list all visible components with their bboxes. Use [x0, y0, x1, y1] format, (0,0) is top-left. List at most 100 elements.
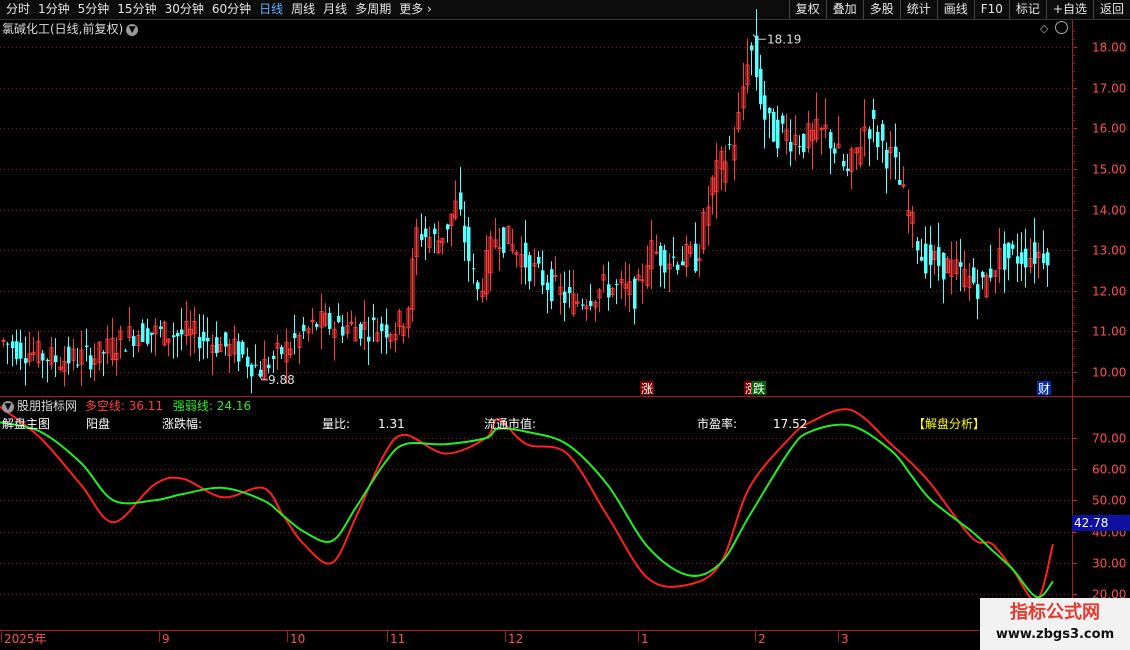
- candle-body-down: [224, 332, 228, 347]
- candle-body-down: [302, 324, 306, 332]
- candle-body-down: [989, 268, 993, 278]
- candle-body-down: [1033, 242, 1037, 264]
- candle-body-down: [472, 268, 476, 270]
- candle-body-down: [972, 267, 976, 283]
- candle-body-down: [781, 115, 785, 124]
- low-price-label: 9.88: [268, 373, 295, 387]
- watermark: 指标公式网 www.zbgs3.com: [980, 598, 1130, 650]
- candle-body-down: [528, 255, 532, 282]
- candle-body-down: [250, 364, 254, 377]
- candle-body-down: [872, 110, 876, 119]
- candle-body-down: [942, 252, 946, 280]
- candle-body-down: [19, 342, 23, 359]
- price-tick-label: 14.00: [1092, 204, 1126, 218]
- qiangruo-label: 强弱线:: [172, 399, 213, 413]
- candle-body-down: [67, 346, 71, 364]
- price-tick-label: 18.00: [1092, 41, 1126, 55]
- candle-body-down: [420, 234, 424, 241]
- chevron-down-icon[interactable]: ▼: [2, 400, 14, 413]
- qiangruo-value: 24.16: [216, 399, 252, 413]
- indicator-tick-label: 50.00: [1092, 494, 1126, 508]
- date-label: 2: [758, 632, 766, 646]
- candle-body-down: [959, 262, 963, 267]
- candle-body-down: [750, 45, 754, 51]
- candle-body-down: [546, 282, 550, 291]
- candle-body-down: [694, 243, 698, 272]
- candle-body-down: [11, 341, 15, 349]
- candle-body-down: [15, 341, 19, 360]
- candle-body-down: [337, 316, 341, 323]
- candle-body-down: [681, 261, 685, 266]
- candle-body-down: [280, 346, 284, 355]
- candle-body-down: [1042, 253, 1046, 264]
- price-tick-label: 12.00: [1092, 285, 1126, 299]
- candle-body-down: [102, 352, 106, 354]
- candle-body-down: [976, 284, 980, 299]
- candle-body-down: [463, 225, 467, 243]
- candle-body-up: [497, 247, 502, 250]
- candle-body-down: [237, 341, 241, 362]
- indicator-tick-label: 30.00: [1092, 557, 1126, 571]
- price-tick-label: 17.00: [1092, 82, 1126, 96]
- candle-body-down: [763, 95, 767, 120]
- analysis-button[interactable]: 【解盘分析】: [913, 416, 985, 432]
- candle-body-down: [467, 227, 471, 261]
- candle-body-down: [176, 333, 180, 337]
- candle-body-down: [424, 228, 428, 238]
- candle-body-down: [1016, 256, 1020, 264]
- duokong-line: [0, 406, 1054, 602]
- date-label: 12: [508, 632, 523, 646]
- candle-body-down: [85, 345, 89, 348]
- shizhi-label: 流通市值:: [484, 417, 537, 431]
- date-label: 10: [290, 632, 305, 646]
- candle-body-down: [663, 249, 667, 273]
- candle-body-down: [1011, 244, 1015, 249]
- candle-body-down: [885, 149, 889, 169]
- candle-body-down: [446, 224, 450, 230]
- candle-body-down: [180, 329, 184, 335]
- candle-body-down: [802, 133, 806, 153]
- candle-body-down: [1003, 243, 1007, 270]
- candle-body-down: [607, 284, 611, 298]
- candle-body-down: [920, 256, 924, 261]
- candle-body-down: [341, 326, 345, 336]
- watermark-sub: www.zbgs3.com: [995, 627, 1115, 642]
- candle-body-down: [524, 242, 528, 268]
- candle-body-down: [198, 336, 202, 349]
- duokong-value: 36.11: [128, 399, 164, 413]
- candle-body-down: [589, 301, 593, 306]
- candle-body-down: [881, 124, 885, 141]
- candle-body-up: [654, 251, 659, 254]
- candle-body-down: [146, 328, 150, 344]
- candle-body-down: [929, 244, 933, 265]
- candle-body-down: [563, 291, 567, 303]
- candle-body-down: [937, 247, 941, 266]
- high-price-label: 18.19: [767, 32, 801, 46]
- candle-body-down: [633, 278, 637, 309]
- candle-body-down: [833, 148, 837, 154]
- date-label: 2025年: [4, 632, 47, 646]
- duokong-label: 多空线:: [84, 399, 125, 413]
- candle-body-down: [459, 192, 463, 210]
- candle-body-down: [981, 272, 985, 278]
- candle-body-down: [76, 364, 80, 366]
- price-tick-label: 15.00: [1092, 163, 1126, 177]
- candle-body-down: [898, 179, 902, 185]
- candle-body-down: [581, 304, 585, 306]
- candle-body-down: [359, 323, 363, 339]
- candle-body-down: [894, 146, 898, 158]
- candle-body-down: [293, 333, 297, 338]
- price-tick-label: 16.00: [1092, 122, 1126, 136]
- watermark-main: 指标公式网: [1010, 602, 1100, 623]
- candle-body-down: [132, 336, 136, 346]
- candle-body-down: [6, 343, 10, 345]
- candle-body-down: [916, 241, 920, 251]
- liangbi-value: 1.31: [378, 417, 405, 431]
- candle-body-down: [537, 256, 541, 264]
- candle-body-down: [54, 355, 58, 363]
- event-marker-label: 涨: [641, 381, 653, 396]
- grid-lines: [0, 20, 1130, 650]
- candle-body-down: [550, 269, 554, 302]
- candle-body-down: [846, 168, 850, 171]
- candle-body-down: [150, 332, 154, 335]
